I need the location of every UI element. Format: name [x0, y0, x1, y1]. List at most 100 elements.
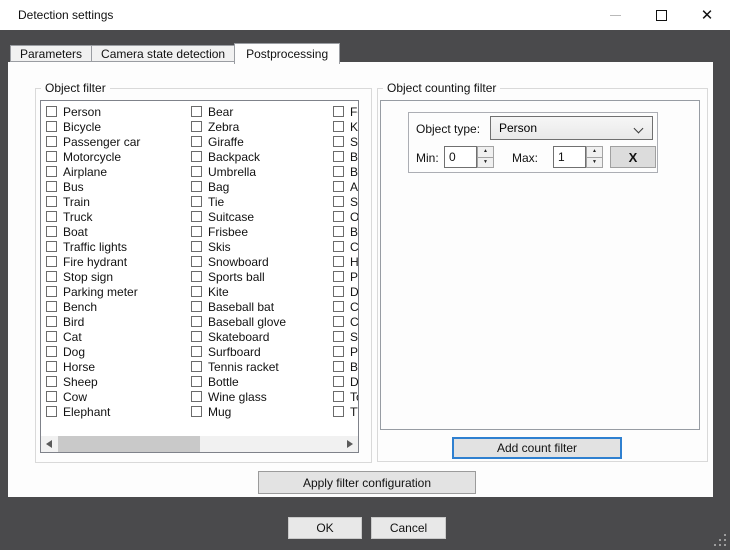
checkbox-unchecked-icon[interactable]	[191, 226, 202, 237]
object-filter-item[interactable]: Knife	[333, 119, 359, 134]
checkbox-unchecked-icon[interactable]	[46, 331, 57, 342]
checkbox-unchecked-icon[interactable]	[46, 121, 57, 132]
checkbox-unchecked-icon[interactable]	[191, 316, 202, 327]
object-filter-item[interactable]: Broccoli	[333, 224, 359, 239]
object-filter-item[interactable]: Tennis racket	[191, 359, 336, 374]
object-filter-item[interactable]: Toilet	[333, 389, 359, 404]
checkbox-unchecked-icon[interactable]	[191, 406, 202, 417]
checkbox-unchecked-icon[interactable]	[333, 316, 344, 327]
object-filter-item[interactable]: Parking meter	[46, 284, 191, 299]
object-filter-item[interactable]: Motorcycle	[46, 149, 191, 164]
object-filter-item[interactable]: Hot dog	[333, 254, 359, 269]
checkbox-unchecked-icon[interactable]	[46, 211, 57, 222]
checkbox-unchecked-icon[interactable]	[46, 181, 57, 192]
object-filter-item[interactable]: Airplane	[46, 164, 191, 179]
object-filter-item[interactable]: Kite	[191, 284, 336, 299]
checkbox-unchecked-icon[interactable]	[333, 211, 344, 222]
object-filter-item[interactable]: Fork	[333, 104, 359, 119]
object-filter-item[interactable]: Bear	[191, 104, 336, 119]
min-step-down-button[interactable]: ▼	[477, 157, 494, 169]
checkbox-unchecked-icon[interactable]	[333, 151, 344, 162]
checkbox-unchecked-icon[interactable]	[46, 361, 57, 372]
checkbox-unchecked-icon[interactable]	[46, 106, 57, 117]
object-filter-item[interactable]: Skateboard	[191, 329, 336, 344]
object-filter-item[interactable]: Dog	[46, 344, 191, 359]
checkbox-unchecked-icon[interactable]	[333, 121, 344, 132]
checkbox-unchecked-icon[interactable]	[191, 181, 202, 192]
checkbox-unchecked-icon[interactable]	[191, 301, 202, 312]
object-filter-item[interactable]: Cat	[46, 329, 191, 344]
checkbox-unchecked-icon[interactable]	[46, 151, 57, 162]
checkbox-unchecked-icon[interactable]	[333, 226, 344, 237]
object-filter-item[interactable]: Carrot	[333, 239, 359, 254]
checkbox-unchecked-icon[interactable]	[191, 241, 202, 252]
max-step-down-button[interactable]: ▼	[586, 157, 603, 169]
object-filter-item[interactable]: Chair	[333, 314, 359, 329]
checkbox-unchecked-icon[interactable]	[191, 346, 202, 357]
object-filter-item[interactable]: Skis	[191, 239, 336, 254]
checkbox-unchecked-icon[interactable]	[333, 376, 344, 387]
remove-count-filter-button[interactable]: X	[610, 146, 656, 168]
object-filter-item[interactable]: Giraffe	[191, 134, 336, 149]
object-filter-item[interactable]: Bicycle	[46, 119, 191, 134]
checkbox-unchecked-icon[interactable]	[191, 151, 202, 162]
tab-parameters[interactable]: Parameters	[10, 45, 92, 62]
checkbox-unchecked-icon[interactable]	[333, 391, 344, 402]
object-filter-item[interactable]: Bus	[46, 179, 191, 194]
minimize-button[interactable]	[592, 0, 638, 30]
checkbox-unchecked-icon[interactable]	[191, 331, 202, 342]
object-filter-item[interactable]: Mug	[191, 404, 336, 419]
object-filter-item[interactable]: Frisbee	[191, 224, 336, 239]
object-filter-item[interactable]: Horse	[46, 359, 191, 374]
object-filter-item[interactable]: Truck	[46, 209, 191, 224]
object-filter-item[interactable]: Apple	[333, 179, 359, 194]
checkbox-unchecked-icon[interactable]	[333, 241, 344, 252]
checkbox-unchecked-icon[interactable]	[191, 256, 202, 267]
checkbox-unchecked-icon[interactable]	[333, 406, 344, 417]
checkbox-unchecked-icon[interactable]	[333, 106, 344, 117]
tab-postprocessing[interactable]: Postprocessing	[234, 43, 340, 64]
object-filter-item[interactable]: Potted plant	[333, 344, 359, 359]
close-button[interactable]: ✕	[684, 0, 730, 30]
object-filter-item[interactable]: Wine glass	[191, 389, 336, 404]
object-filter-item[interactable]: Person	[46, 104, 191, 119]
checkbox-unchecked-icon[interactable]	[46, 271, 57, 282]
object-filter-item[interactable]: Pizza	[333, 269, 359, 284]
ok-button[interactable]: OK	[288, 517, 362, 539]
object-filter-item[interactable]: Stop sign	[46, 269, 191, 284]
checkbox-unchecked-icon[interactable]	[191, 121, 202, 132]
checkbox-unchecked-icon[interactable]	[191, 136, 202, 147]
tab-camera-state-detection[interactable]: Camera state detection	[91, 45, 235, 62]
object-filter-item[interactable]: Bench	[46, 299, 191, 314]
object-filter-item[interactable]: Sofa	[333, 329, 359, 344]
object-filter-item[interactable]: Umbrella	[191, 164, 336, 179]
cancel-button[interactable]: Cancel	[371, 517, 446, 539]
checkbox-unchecked-icon[interactable]	[333, 136, 344, 147]
checkbox-unchecked-icon[interactable]	[191, 286, 202, 297]
checkbox-unchecked-icon[interactable]	[191, 376, 202, 387]
checkbox-unchecked-icon[interactable]	[333, 361, 344, 372]
object-filter-item[interactable]: Zebra	[191, 119, 336, 134]
object-filter-item[interactable]: Sports ball	[191, 269, 336, 284]
object-filter-item[interactable]: TV	[333, 404, 359, 419]
max-input[interactable]	[553, 146, 586, 168]
object-filter-item[interactable]: Bowl	[333, 149, 359, 164]
maximize-button[interactable]	[638, 0, 684, 30]
object-filter-item[interactable]: Cake	[333, 299, 359, 314]
checkbox-unchecked-icon[interactable]	[191, 211, 202, 222]
checkbox-unchecked-icon[interactable]	[333, 346, 344, 357]
checkbox-unchecked-icon[interactable]	[333, 331, 344, 342]
checkbox-unchecked-icon[interactable]	[191, 361, 202, 372]
object-filter-item[interactable]: Sandwich	[333, 194, 359, 209]
object-filter-item[interactable]: Baseball glove	[191, 314, 336, 329]
object-type-dropdown[interactable]: Person	[490, 116, 653, 140]
checkbox-unchecked-icon[interactable]	[46, 376, 57, 387]
checkbox-unchecked-icon[interactable]	[191, 196, 202, 207]
object-filter-item[interactable]: Baseball bat	[191, 299, 336, 314]
min-input[interactable]	[444, 146, 477, 168]
object-filter-item[interactable]: Cow	[46, 389, 191, 404]
checkbox-unchecked-icon[interactable]	[191, 391, 202, 402]
checkbox-unchecked-icon[interactable]	[333, 301, 344, 312]
object-filter-item[interactable]: Bottle	[191, 374, 336, 389]
checkbox-unchecked-icon[interactable]	[333, 166, 344, 177]
